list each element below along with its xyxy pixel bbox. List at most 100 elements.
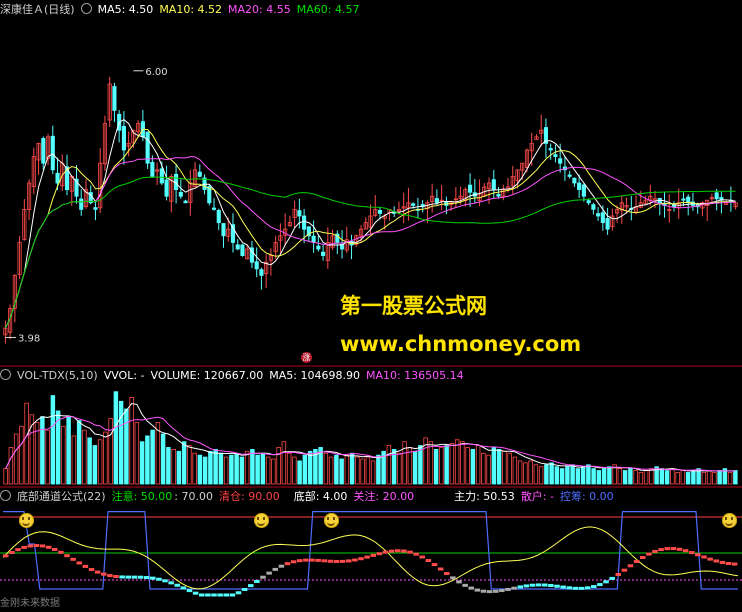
volume-bar [633,470,638,485]
indicator-step [309,558,315,562]
vvol-label: VVOL: - [103,369,145,382]
indicator-step [217,593,223,597]
volume-bar [622,470,628,485]
volume-bar [187,445,192,485]
volume-bar [45,429,50,485]
volume-bar [302,454,308,485]
indicator-step [125,575,132,579]
ma60-label: MA60: 4.57 [296,3,360,16]
indicator-step [640,556,646,560]
volume-bar [208,450,213,485]
candle [377,210,383,214]
volume-bar [675,472,680,485]
volume-bar [265,456,271,485]
notice-label: 注意: 50.00 [111,490,173,503]
indicator-step [45,545,52,549]
volume-header: VOL-TDX(5,10) VVOL: - VOLUME: 120667.00 MA5… [0,368,470,384]
indicator-step [603,580,609,584]
indicator-step [419,555,426,559]
volume-bar [365,456,371,485]
volume-bar [244,450,250,485]
volume-bar [281,441,287,485]
indicator-step [192,591,199,595]
indicator-step [223,593,230,597]
settings-icon[interactable] [0,490,11,501]
indicator-step [499,589,505,593]
indicator-step [137,575,144,579]
candle [93,207,98,210]
indicator-step [627,564,634,568]
volume-bar [565,466,570,485]
volume-bar [8,447,14,485]
vol-name: VOL-TDX(5,10) [17,369,98,382]
indicator-step [94,570,101,574]
candle [112,86,117,111]
volume-bar [475,445,481,485]
indicator-step [229,593,236,597]
candle [596,213,601,217]
volume-bar [218,452,224,485]
volume-bar [239,456,245,485]
indicator-step [382,550,389,554]
indicator-step [689,551,695,555]
candle [681,198,686,201]
indicator-step [39,544,46,548]
indicator-step [278,564,285,568]
indicator-step [682,549,689,553]
volume-bar [538,466,544,485]
indicator-step [64,554,70,558]
volume-bar [596,470,602,485]
indicator-step [21,545,27,549]
volume-bar [533,464,539,485]
volume-bar [92,445,98,485]
low-label: 3.98 [18,333,40,344]
volume-bar [360,458,365,485]
indicator-step [284,562,291,566]
watermark-url: www.chnmoney.com [340,332,582,356]
indicator-step [701,555,707,559]
volume-bar [171,448,176,485]
indicator-step [15,548,21,552]
indicator-step [211,593,217,597]
volume-bar [108,418,113,485]
indicator-step [370,553,377,557]
volume-bar [706,470,712,485]
candle [50,135,55,171]
settings-icon[interactable] [80,3,92,14]
volume-bar [181,441,187,485]
volume-bar [192,452,197,485]
candle [316,245,321,250]
candle [567,174,572,177]
volume-bar [145,435,150,485]
candle [240,244,245,257]
volume-bar [113,391,119,485]
volume-bar [428,441,434,485]
indicator-step [523,584,530,588]
indicator-step [27,544,34,548]
volume-bar [197,454,203,485]
volume-bar [496,448,502,485]
volume-bar [570,464,575,485]
volume-bar [544,464,549,485]
indicator-step [254,579,260,583]
volume-bar [276,447,281,485]
volume-bar [97,439,103,485]
candle [468,184,473,193]
volume-bar [166,447,171,485]
focus-label: 关注: 20.00 [353,490,415,503]
volume-bar [586,464,591,485]
indicator-step [480,589,487,593]
ma20-label: MA20: 4.55 [228,3,291,16]
indicator-step [131,575,138,579]
volume-bar [271,458,276,485]
candle [496,193,501,197]
smiley-icon [324,513,339,528]
indicator-step [517,585,524,589]
volume-bar [512,456,518,485]
candle [235,244,240,250]
volume-bar [491,447,497,485]
volume-bar [13,433,19,485]
indicator-step [205,593,211,597]
settings-icon[interactable] [0,369,11,380]
volume-bar [129,397,134,485]
